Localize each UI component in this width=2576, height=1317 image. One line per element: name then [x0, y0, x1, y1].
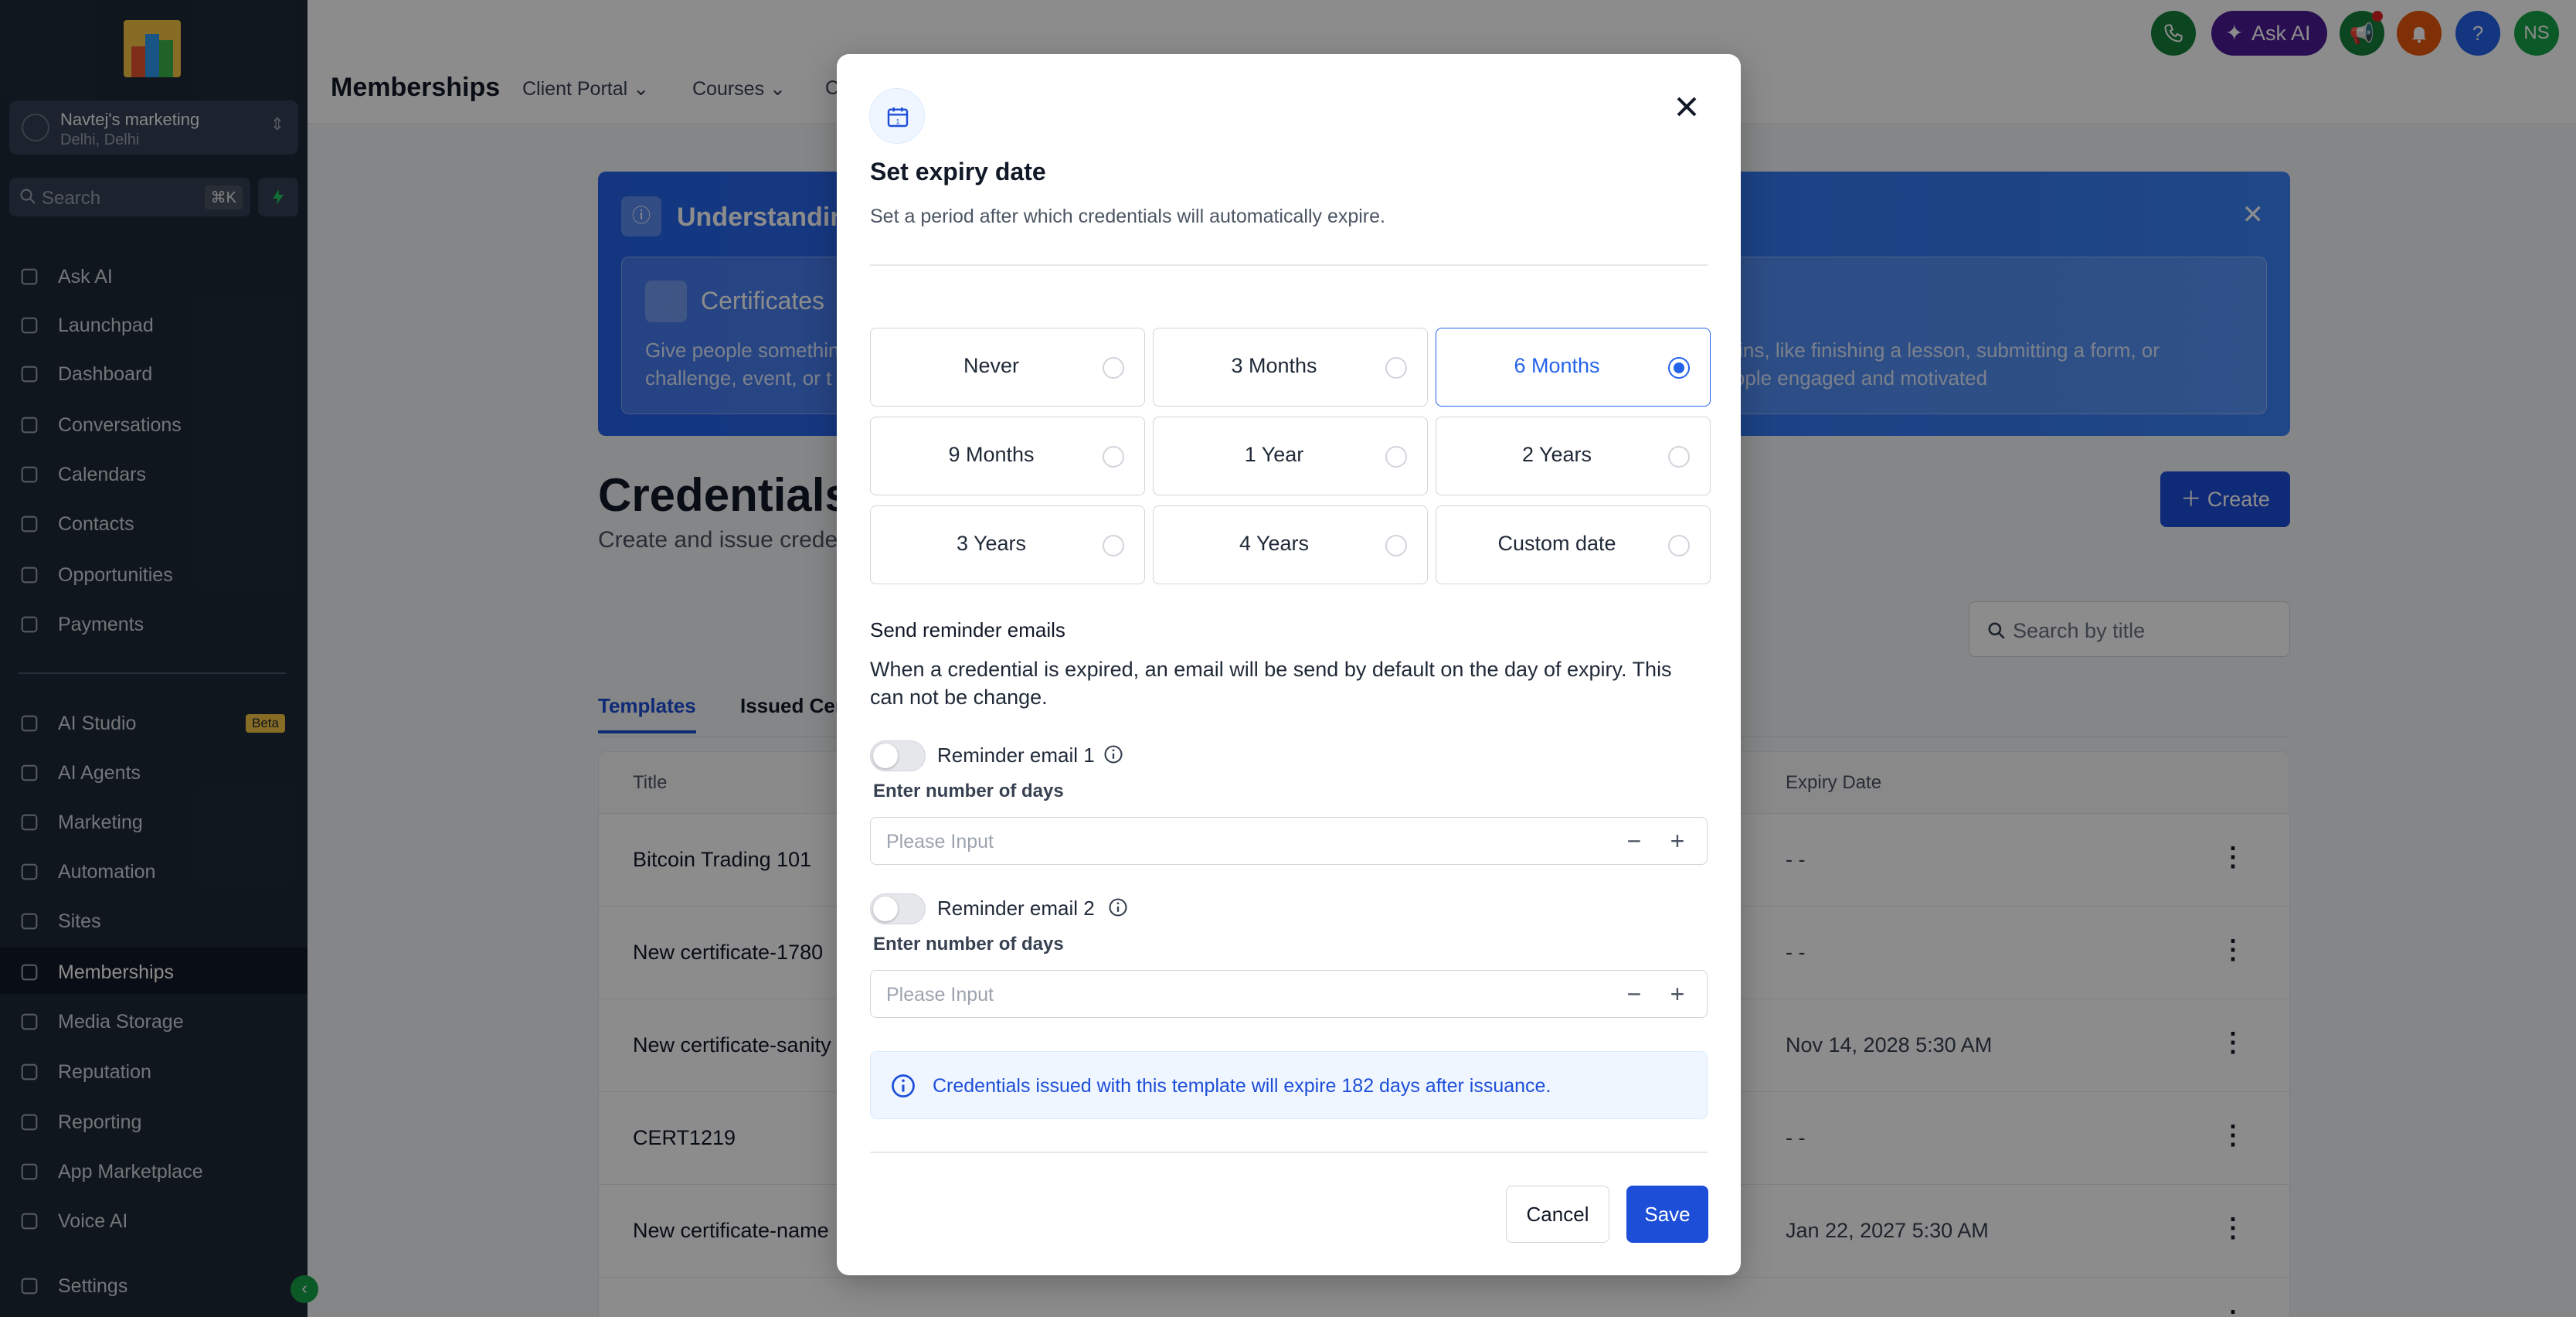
close-icon[interactable] — [1670, 90, 1704, 124]
radio-button[interactable] — [1103, 357, 1124, 379]
radio-button[interactable] — [1385, 446, 1407, 468]
radio-button[interactable] — [1103, 446, 1124, 468]
calendar-icon: 1 — [869, 88, 925, 144]
reminder-email-2-label: Reminder email 2 — [937, 897, 1095, 920]
reminder-2-days-input[interactable]: Please Input − + — [870, 970, 1708, 1018]
expiry-option-label: Never — [963, 354, 1020, 377]
expiry-option-label: 1 Year — [1244, 443, 1304, 466]
radio-button[interactable] — [1668, 535, 1690, 556]
reminder-1-days-label: Enter number of days — [873, 781, 1064, 801]
expiry-option-label: 3 Years — [956, 532, 1027, 555]
save-button[interactable]: Save — [1626, 1186, 1708, 1243]
expiry-option-3-years[interactable]: 3 Years — [870, 505, 1145, 584]
increment-button[interactable]: + — [1662, 978, 1693, 1009]
expiry-option-1-year[interactable]: 1 Year — [1153, 417, 1428, 495]
cancel-button[interactable]: Cancel — [1506, 1186, 1609, 1243]
set-expiry-date-modal: 1 Set expiry date Set a period after whi… — [837, 54, 1741, 1275]
reminder-2-placeholder: Please Input — [886, 984, 994, 1006]
expiry-info-note: Credentials issued with this template wi… — [870, 1051, 1708, 1119]
reminder-email-2-toggle[interactable] — [870, 893, 926, 924]
info-icon[interactable] — [1107, 897, 1129, 918]
expiry-option-label: 4 Years — [1239, 532, 1310, 555]
expiry-option-label: 9 Months — [948, 443, 1035, 466]
expiry-option-6-months[interactable]: 6 Months — [1436, 328, 1711, 407]
modal-subtitle: Set a period after which credentials wil… — [870, 206, 1385, 227]
info-icon — [892, 1074, 915, 1098]
svg-text:1: 1 — [895, 117, 899, 125]
expiry-option-3-months[interactable]: 3 Months — [1153, 328, 1428, 407]
reminder-2-days-label: Enter number of days — [873, 934, 1064, 955]
reminder-1-days-input[interactable]: Please Input − + — [870, 817, 1708, 865]
expiry-option-custom-date[interactable]: Custom date — [1436, 505, 1711, 584]
expiry-option-label: Custom date — [1497, 532, 1616, 555]
expiry-info-text: Credentials issued with this template wi… — [933, 1075, 1551, 1097]
expiry-option-9-months[interactable]: 9 Months — [870, 417, 1145, 495]
modal-footer-divider — [870, 1152, 1708, 1153]
expiry-option-never[interactable]: Never — [870, 328, 1145, 407]
increment-button[interactable]: + — [1662, 825, 1693, 856]
reminder-email-1-label: Reminder email 1 — [937, 744, 1095, 767]
reminder-section-title: Send reminder emails — [870, 618, 1065, 641]
radio-button[interactable] — [1103, 535, 1124, 556]
modal-title: Set expiry date — [870, 158, 1046, 185]
radio-button[interactable] — [1385, 357, 1407, 379]
radio-button[interactable] — [1668, 357, 1690, 379]
reminder-email-1-toggle[interactable] — [870, 740, 926, 771]
expiry-option-label: 6 Months — [1514, 354, 1600, 377]
expiry-option-label: 3 Months — [1231, 354, 1317, 377]
modal-divider — [870, 264, 1708, 266]
expiry-option-2-years[interactable]: 2 Years — [1436, 417, 1711, 495]
reminder-description: When a credential is expired, an email w… — [870, 658, 1672, 709]
radio-button[interactable] — [1385, 535, 1407, 556]
reminder-1-placeholder: Please Input — [886, 831, 994, 852]
decrement-button[interactable]: − — [1619, 978, 1650, 1009]
expiry-option-label: 2 Years — [1521, 443, 1592, 466]
info-icon[interactable] — [1103, 744, 1124, 765]
expiry-option-4-years[interactable]: 4 Years — [1153, 505, 1428, 584]
decrement-button[interactable]: − — [1619, 825, 1650, 856]
radio-button[interactable] — [1668, 446, 1690, 468]
